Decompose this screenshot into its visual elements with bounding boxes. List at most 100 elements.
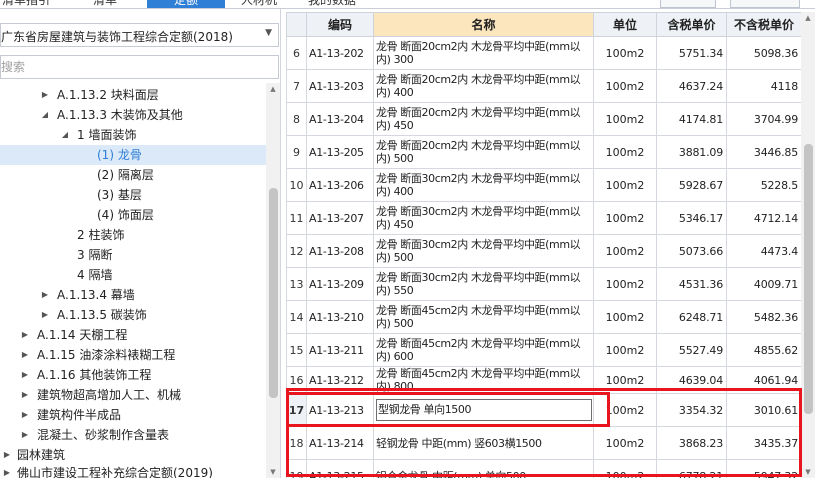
tree-node[interactable]: ◢ 1 墙面装饰 xyxy=(0,125,266,145)
col-header-price-tax[interactable]: 含税单价 xyxy=(656,12,727,37)
cell-name[interactable]: 轻钢龙骨 中距(mm) 竖603横1500 xyxy=(373,426,594,460)
table-row[interactable]: 12 A1-13-208 龙骨 断面30cm2内 木龙骨平均中距(mm以内) 500… xyxy=(286,234,801,268)
table-row[interactable]: 15 A1-13-211 龙骨 断面45cm2内 木龙骨平均中距(mm以内) 600… xyxy=(286,333,801,367)
cell-name[interactable]: 龙骨 断面20cm2内 木龙骨平均中距(mm以内) 300 xyxy=(373,36,594,70)
cell-unit[interactable]: 100m2 xyxy=(593,36,657,70)
cell-name[interactable]: 龙骨 断面30cm2内 木龙骨平均中距(mm以内) 500 xyxy=(373,234,594,268)
row-index[interactable]: 13 xyxy=(286,267,307,301)
cell-unit[interactable]: 100m2 xyxy=(593,168,657,202)
cell-code[interactable]: A1-13-207 xyxy=(306,201,374,235)
cell-unit[interactable]: 100m2 xyxy=(593,300,657,334)
search-input[interactable] xyxy=(0,55,279,79)
cell-price-tax[interactable]: 5751.34 xyxy=(656,36,727,70)
row-index[interactable]: 7 xyxy=(286,69,307,103)
table-row[interactable]: 6 A1-13-202 龙骨 断面20cm2内 木龙骨平均中距(mm以内) 300 1… xyxy=(286,36,801,70)
cell-price-tax[interactable]: 3881.09 xyxy=(656,135,727,169)
cell-code[interactable]: A1-13-212 xyxy=(306,366,374,394)
row-index[interactable]: 15 xyxy=(286,333,307,367)
row-index[interactable]: 12 xyxy=(286,234,307,268)
table-row[interactable]: 7 A1-13-203 龙骨 断面20cm2内 木龙骨平均中距(mm以内) 400 1… xyxy=(286,69,801,103)
cell-price-notax[interactable]: 4712.14 xyxy=(726,201,801,235)
cell-code[interactable]: A1-13-211 xyxy=(306,333,374,367)
col-header-unit[interactable]: 单位 xyxy=(593,12,657,37)
tab-quota[interactable]: 定额 xyxy=(147,0,225,8)
tab-list-guide[interactable]: 清单指引 xyxy=(0,0,52,8)
cell-name[interactable]: 龙骨 断面45cm2内 木龙骨平均中距(mm以内) 600 xyxy=(373,333,594,367)
cell-price-tax[interactable]: 6778.21 xyxy=(656,459,727,478)
tree-node[interactable]: 2 柱装饰 xyxy=(0,225,266,245)
cell-price-tax[interactable]: 3868.23 xyxy=(656,426,727,460)
row-index[interactable]: 8 xyxy=(286,102,307,136)
name-edit-box[interactable]: 型钢龙骨 单向1500 xyxy=(376,399,592,421)
tree-node[interactable]: ▶ 混凝土、砂浆制作含量表 xyxy=(0,425,266,445)
cell-price-notax[interactable]: 3704.99 xyxy=(726,102,801,136)
table-row[interactable]: 16 A1-13-212 龙骨 断面45cm2内 木龙骨平均中距(mm以内) 800… xyxy=(286,366,801,394)
cell-code[interactable]: A1-13-215 xyxy=(306,459,374,478)
cell-code[interactable]: A1-13-209 xyxy=(306,267,374,301)
cell-code[interactable]: A1-13-203 xyxy=(306,69,374,103)
table-row[interactable]: 10 A1-13-206 龙骨 断面30cm2内 木龙骨平均中距(mm以内) 400… xyxy=(286,168,801,202)
cell-code[interactable]: A1-13-214 xyxy=(306,426,374,460)
tree-node[interactable]: 3 隔断 xyxy=(0,245,266,265)
cell-name[interactable]: 龙骨 断面45cm2内 木龙骨平均中距(mm以内) 800 xyxy=(373,366,594,394)
expand-right-icon[interactable]: ▶ xyxy=(2,445,12,465)
cell-price-notax[interactable]: 4855.62 xyxy=(726,333,801,367)
table-row[interactable]: 18 A1-13-214 轻钢龙骨 中距(mm) 竖603横1500 100m2 386… xyxy=(286,426,801,460)
row-index[interactable]: 18 xyxy=(286,426,307,460)
cell-name[interactable]: 型钢龙骨 单向1500 xyxy=(373,393,594,427)
expand-down-icon[interactable]: ◢ xyxy=(40,105,50,125)
cell-code[interactable]: A1-13-205 xyxy=(306,135,374,169)
expand-right-icon[interactable]: ▶ xyxy=(2,463,12,478)
table-row[interactable]: 19 A1-13-215 铝合金龙骨 中距(mm) 单向500 100m2 6778.2… xyxy=(286,459,801,478)
expand-right-icon[interactable]: ▶ xyxy=(20,345,30,365)
tree-node[interactable]: (4) 饰面层 xyxy=(0,205,266,225)
cell-unit[interactable]: 100m2 xyxy=(593,102,657,136)
cell-name[interactable]: 铝合金龙骨 中距(mm) 单向500 xyxy=(373,459,594,478)
cell-name[interactable]: 龙骨 断面30cm2内 木龙骨平均中距(mm以内) 550 xyxy=(373,267,594,301)
cell-price-tax[interactable]: 3354.32 xyxy=(656,393,727,427)
cell-price-notax[interactable]: 4473.4 xyxy=(726,234,801,268)
quota-library-select[interactable]: 广东省房屋建筑与装饰工程综合定额(2018) ▼ xyxy=(0,23,279,47)
table-row[interactable]: 17 A1-13-213 型钢龙骨 单向1500 100m2 3354.32 3010.6… xyxy=(286,393,801,427)
cell-price-notax[interactable]: 4118 xyxy=(726,69,801,103)
table-row[interactable]: 11 A1-13-207 龙骨 断面30cm2内 木龙骨平均中距(mm以内) 450… xyxy=(286,201,801,235)
table-row[interactable]: 8 A1-13-204 龙骨 断面20cm2内 木龙骨平均中距(mm以内) 450 1… xyxy=(286,102,801,136)
cell-price-tax[interactable]: 4637.24 xyxy=(656,69,727,103)
toolbar-button-2[interactable] xyxy=(730,0,800,8)
tree-node[interactable]: ▶ A.1.13.4 幕墙 xyxy=(0,285,266,305)
tree-node[interactable]: ▶ A.1.13.5 碳装饰 xyxy=(0,305,266,325)
row-index[interactable]: 16 xyxy=(286,366,307,394)
tree-node[interactable]: ▶ 建筑构件半成品 xyxy=(0,405,266,425)
chevron-down-icon[interactable]: ▼ xyxy=(265,28,272,38)
tree-node[interactable]: ▶ 园林建筑 xyxy=(0,445,266,465)
cell-code[interactable]: A1-13-210 xyxy=(306,300,374,334)
tree-node[interactable]: ▶ A.1.13.2 块料面层 xyxy=(0,85,266,105)
cell-unit[interactable]: 100m2 xyxy=(593,426,657,460)
scroll-up-icon[interactable]: ▲ xyxy=(266,83,280,95)
cell-name[interactable]: 龙骨 断面30cm2内 木龙骨平均中距(mm以内) 400 xyxy=(373,168,594,202)
cell-name[interactable]: 龙骨 断面30cm2内 木龙骨平均中距(mm以内) 450 xyxy=(373,201,594,235)
row-index[interactable]: 17 xyxy=(286,393,307,427)
cell-price-notax[interactable]: 4061.94 xyxy=(726,366,801,394)
row-index[interactable]: 11 xyxy=(286,201,307,235)
cell-price-notax[interactable]: 3435.37 xyxy=(726,426,801,460)
cell-code[interactable]: A1-13-213 xyxy=(306,393,374,427)
tree-node[interactable]: ▶ 建筑物超高增加人工、机械 xyxy=(0,385,266,405)
cell-price-tax[interactable]: 4531.36 xyxy=(656,267,727,301)
cell-price-notax[interactable]: 3446.85 xyxy=(726,135,801,169)
tree-node[interactable]: ▶ 佛山市建设工程补充综合定额(2019) xyxy=(0,463,266,478)
table-row[interactable]: 14 A1-13-210 龙骨 断面45cm2内 木龙骨平均中距(mm以内) 500… xyxy=(286,300,801,334)
cell-name[interactable]: 龙骨 断面20cm2内 木龙骨平均中距(mm以内) 400 xyxy=(373,69,594,103)
cell-code[interactable]: A1-13-202 xyxy=(306,36,374,70)
expand-right-icon[interactable]: ▶ xyxy=(20,365,30,385)
cell-code[interactable]: A1-13-208 xyxy=(306,234,374,268)
expand-right-icon[interactable]: ▶ xyxy=(20,325,30,345)
cell-price-tax[interactable]: 6248.71 xyxy=(656,300,727,334)
expand-right-icon[interactable]: ▶ xyxy=(40,85,50,105)
cell-price-notax[interactable]: 5098.36 xyxy=(726,36,801,70)
tree-scrollbar[interactable]: ▲ ▼ xyxy=(266,83,280,478)
expand-right-icon[interactable]: ▶ xyxy=(40,285,50,305)
cell-price-notax[interactable]: 5228.5 xyxy=(726,168,801,202)
cell-price-tax[interactable]: 4639.04 xyxy=(656,366,727,394)
cell-unit[interactable]: 100m2 xyxy=(593,459,657,478)
